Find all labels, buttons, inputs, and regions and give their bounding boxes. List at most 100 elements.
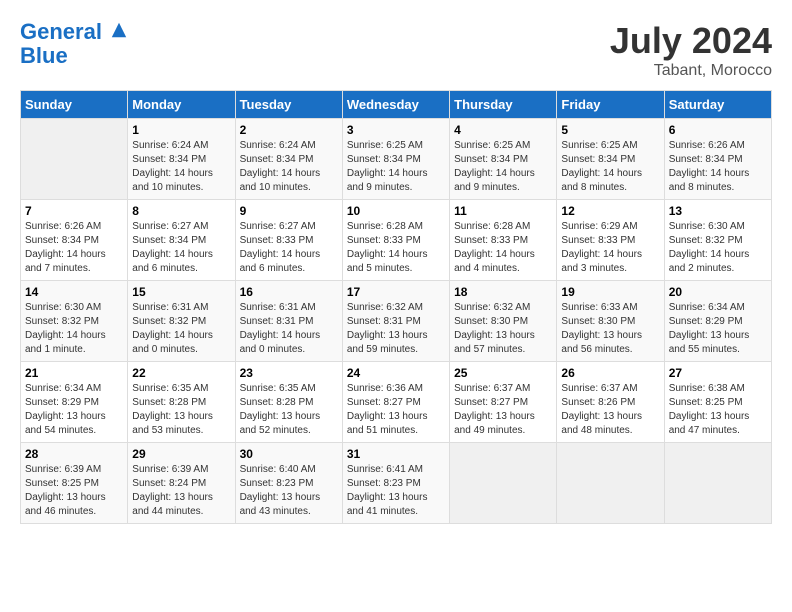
calendar-cell: [21, 119, 128, 200]
calendar-cell: [557, 443, 664, 524]
day-info: Sunrise: 6:24 AMSunset: 8:34 PMDaylight:…: [240, 139, 338, 195]
day-number: 23: [240, 366, 338, 380]
calendar-cell: 30 Sunrise: 6:40 AMSunset: 8:23 PMDayligh…: [235, 443, 342, 524]
day-number: 30: [240, 447, 338, 461]
day-number: 18: [454, 285, 552, 299]
day-info: Sunrise: 6:35 AMSunset: 8:28 PMDaylight:…: [132, 382, 230, 438]
calendar-cell: 11 Sunrise: 6:28 AMSunset: 8:33 PMDayligh…: [450, 200, 557, 281]
day-info: Sunrise: 6:30 AMSunset: 8:32 PMDaylight:…: [669, 220, 767, 276]
logo-general: General: [20, 19, 102, 44]
day-number: 3: [347, 123, 445, 137]
day-info: Sunrise: 6:24 AMSunset: 8:34 PMDaylight:…: [132, 139, 230, 195]
calendar-cell: 15 Sunrise: 6:31 AMSunset: 8:32 PMDayligh…: [128, 281, 235, 362]
calendar-cell: 12 Sunrise: 6:29 AMSunset: 8:33 PMDayligh…: [557, 200, 664, 281]
day-number: 15: [132, 285, 230, 299]
day-info: Sunrise: 6:28 AMSunset: 8:33 PMDaylight:…: [347, 220, 445, 276]
calendar-cell: 8Sunrise: 6:27 AMSunset: 8:34 PMDaylight…: [128, 200, 235, 281]
day-number: 20: [669, 285, 767, 299]
header-day-saturday: Saturday: [664, 91, 771, 119]
calendar-cell: 14 Sunrise: 6:30 AMSunset: 8:32 PMDayligh…: [21, 281, 128, 362]
calendar-cell: 19 Sunrise: 6:33 AMSunset: 8:30 PMDayligh…: [557, 281, 664, 362]
day-info: Sunrise: 6:25 AMSunset: 8:34 PMDaylight:…: [347, 139, 445, 195]
calendar-header-row: SundayMondayTuesdayWednesdayThursdayFrid…: [21, 91, 772, 119]
calendar-cell: 23 Sunrise: 6:35 AMSunset: 8:28 PMDayligh…: [235, 362, 342, 443]
header-day-tuesday: Tuesday: [235, 91, 342, 119]
calendar-week-row: 14 Sunrise: 6:30 AMSunset: 8:32 PMDayligh…: [21, 281, 772, 362]
day-number: 25: [454, 366, 552, 380]
calendar-cell: 10 Sunrise: 6:28 AMSunset: 8:33 PMDayligh…: [342, 200, 449, 281]
calendar-cell: 18 Sunrise: 6:32 AMSunset: 8:30 PMDayligh…: [450, 281, 557, 362]
day-number: 26: [561, 366, 659, 380]
day-info: Sunrise: 6:25 AMSunset: 8:34 PMDaylight:…: [561, 139, 659, 195]
day-info: Sunrise: 6:28 AMSunset: 8:33 PMDaylight:…: [454, 220, 552, 276]
calendar-cell: [664, 443, 771, 524]
day-info: Sunrise: 6:26 AMSunset: 8:34 PMDaylight:…: [25, 220, 123, 276]
calendar-cell: 5 Sunrise: 6:25 AMSunset: 8:34 PMDaylight…: [557, 119, 664, 200]
calendar-cell: 22Sunrise: 6:35 AMSunset: 8:28 PMDayligh…: [128, 362, 235, 443]
day-number: 17: [347, 285, 445, 299]
day-number: 13: [669, 204, 767, 218]
header-day-friday: Friday: [557, 91, 664, 119]
header-day-thursday: Thursday: [450, 91, 557, 119]
day-info: Sunrise: 6:27 AMSunset: 8:34 PMDaylight:…: [132, 220, 230, 276]
day-number: 29: [132, 447, 230, 461]
header-day-sunday: Sunday: [21, 91, 128, 119]
day-number: 11: [454, 204, 552, 218]
calendar-week-row: 1 Sunrise: 6:24 AMSunset: 8:34 PMDaylight…: [21, 119, 772, 200]
day-info: Sunrise: 6:37 AMSunset: 8:26 PMDaylight:…: [561, 382, 659, 438]
day-info: Sunrise: 6:31 AMSunset: 8:31 PMDaylight:…: [240, 301, 338, 357]
calendar-cell: [450, 443, 557, 524]
calendar-cell: 3 Sunrise: 6:25 AMSunset: 8:34 PMDaylight…: [342, 119, 449, 200]
calendar-cell: 27 Sunrise: 6:38 AMSunset: 8:25 PMDayligh…: [664, 362, 771, 443]
day-number: 6: [669, 123, 767, 137]
day-number: 27: [669, 366, 767, 380]
day-number: 5: [561, 123, 659, 137]
day-info: Sunrise: 6:36 AMSunset: 8:27 PMDaylight:…: [347, 382, 445, 438]
day-info: Sunrise: 6:33 AMSunset: 8:30 PMDaylight:…: [561, 301, 659, 357]
day-info: Sunrise: 6:32 AMSunset: 8:30 PMDaylight:…: [454, 301, 552, 357]
day-info: Sunrise: 6:39 AMSunset: 8:25 PMDaylight:…: [25, 463, 123, 519]
day-number: 14: [25, 285, 123, 299]
calendar-cell: 29Sunrise: 6:39 AMSunset: 8:24 PMDayligh…: [128, 443, 235, 524]
day-info: Sunrise: 6:29 AMSunset: 8:33 PMDaylight:…: [561, 220, 659, 276]
header-day-monday: Monday: [128, 91, 235, 119]
day-number: 19: [561, 285, 659, 299]
calendar-cell: 2 Sunrise: 6:24 AMSunset: 8:34 PMDaylight…: [235, 119, 342, 200]
calendar-cell: 21Sunrise: 6:34 AMSunset: 8:29 PMDayligh…: [21, 362, 128, 443]
day-info: Sunrise: 6:25 AMSunset: 8:34 PMDaylight:…: [454, 139, 552, 195]
day-number: 10: [347, 204, 445, 218]
day-info: Sunrise: 6:37 AMSunset: 8:27 PMDaylight:…: [454, 382, 552, 438]
calendar-week-row: 28Sunrise: 6:39 AMSunset: 8:25 PMDayligh…: [21, 443, 772, 524]
day-number: 24: [347, 366, 445, 380]
logo: General Blue: [20, 20, 128, 68]
calendar-cell: 24 Sunrise: 6:36 AMSunset: 8:27 PMDayligh…: [342, 362, 449, 443]
day-info: Sunrise: 6:41 AMSunset: 8:23 PMDaylight:…: [347, 463, 445, 519]
day-info: Sunrise: 6:40 AMSunset: 8:23 PMDaylight:…: [240, 463, 338, 519]
calendar-cell: 7 Sunrise: 6:26 AMSunset: 8:34 PMDaylight…: [21, 200, 128, 281]
logo-icon: [110, 21, 128, 39]
month-title: July 2024: [610, 20, 772, 62]
day-info: Sunrise: 6:38 AMSunset: 8:25 PMDaylight:…: [669, 382, 767, 438]
day-number: 31: [347, 447, 445, 461]
calendar-cell: 13 Sunrise: 6:30 AMSunset: 8:32 PMDayligh…: [664, 200, 771, 281]
calendar-cell: 4 Sunrise: 6:25 AMSunset: 8:34 PMDaylight…: [450, 119, 557, 200]
calendar-week-row: 7 Sunrise: 6:26 AMSunset: 8:34 PMDaylight…: [21, 200, 772, 281]
title-block: July 2024 Tabant, Morocco: [610, 20, 772, 80]
day-info: Sunrise: 6:31 AMSunset: 8:32 PMDaylight:…: [132, 301, 230, 357]
calendar-cell: 1 Sunrise: 6:24 AMSunset: 8:34 PMDaylight…: [128, 119, 235, 200]
day-number: 9: [240, 204, 338, 218]
day-number: 16: [240, 285, 338, 299]
day-info: Sunrise: 6:30 AMSunset: 8:32 PMDaylight:…: [25, 301, 123, 357]
calendar-cell: 20Sunrise: 6:34 AMSunset: 8:29 PMDayligh…: [664, 281, 771, 362]
day-info: Sunrise: 6:32 AMSunset: 8:31 PMDaylight:…: [347, 301, 445, 357]
calendar-cell: 26 Sunrise: 6:37 AMSunset: 8:26 PMDayligh…: [557, 362, 664, 443]
day-number: 12: [561, 204, 659, 218]
calendar-cell: 16 Sunrise: 6:31 AMSunset: 8:31 PMDayligh…: [235, 281, 342, 362]
day-number: 4: [454, 123, 552, 137]
day-info: Sunrise: 6:35 AMSunset: 8:28 PMDaylight:…: [240, 382, 338, 438]
day-number: 7: [25, 204, 123, 218]
day-number: 2: [240, 123, 338, 137]
header-day-wednesday: Wednesday: [342, 91, 449, 119]
day-number: 1: [132, 123, 230, 137]
page-header: General Blue July 2024 Tabant, Morocco: [20, 20, 772, 80]
